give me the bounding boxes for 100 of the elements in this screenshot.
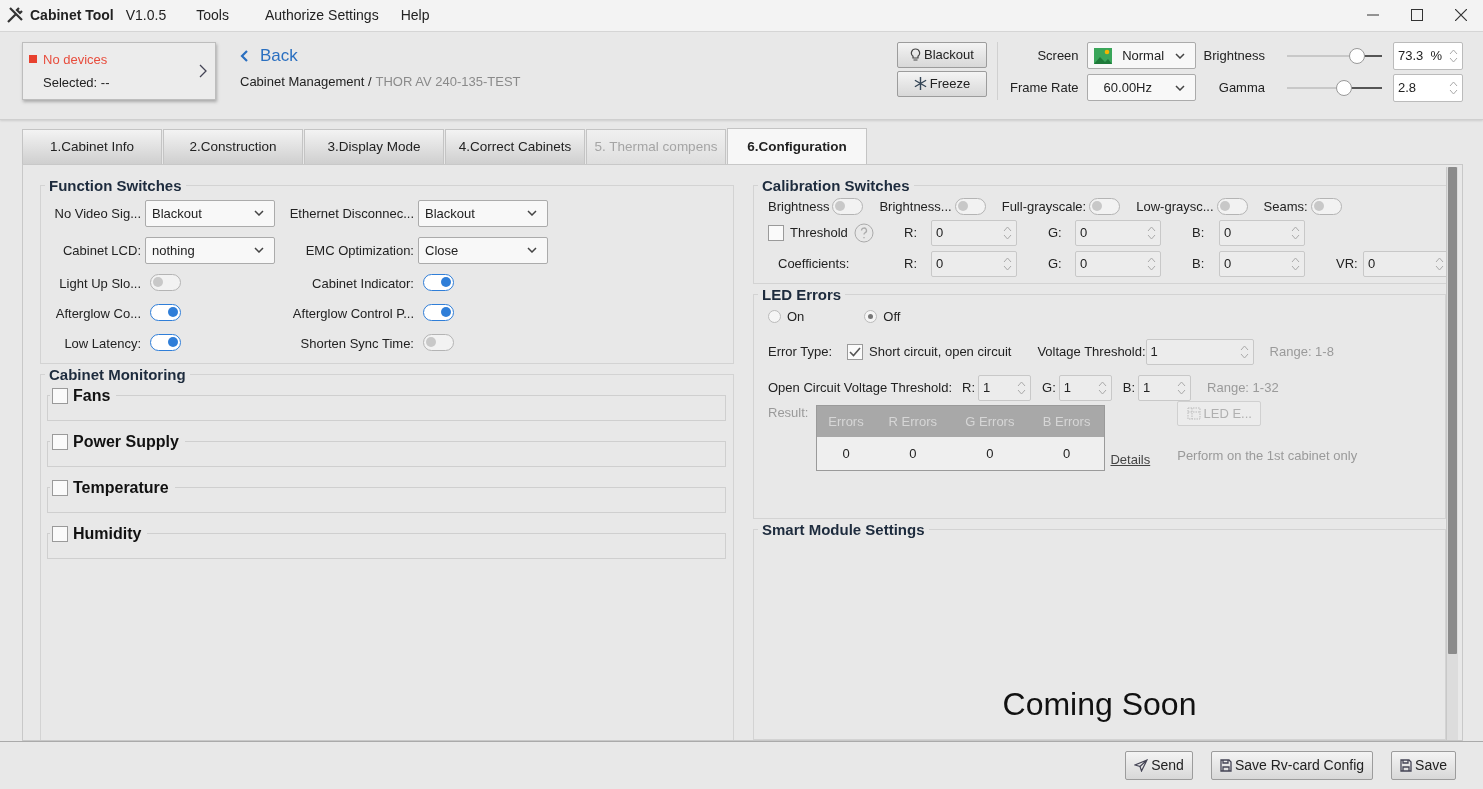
caret-icon [254, 247, 264, 254]
field-label: No Video Sig... [53, 205, 141, 221]
number-field[interactable]: 0 [1075, 250, 1161, 277]
tab[interactable]: 2.Construction [163, 128, 303, 164]
caret-icon [527, 247, 537, 254]
number-field[interactable]: 0 [1219, 219, 1305, 246]
dropdown[interactable]: Close [418, 236, 548, 264]
checkbox[interactable] [768, 224, 784, 241]
number-field[interactable]: 73.3 % [1393, 41, 1463, 70]
save-icon [1219, 758, 1232, 772]
details-link[interactable]: Details [1110, 451, 1151, 467]
toggle-switch[interactable] [423, 273, 454, 291]
checkbox[interactable] [52, 433, 68, 450]
toggle-label: Seams: [1263, 198, 1308, 214]
save-button[interactable]: Save Rv-card Config [1210, 750, 1374, 780]
field-label: VR: [1336, 256, 1359, 272]
number-field[interactable]: 1 [1058, 374, 1112, 401]
group-title: Fans [73, 386, 111, 405]
note-text: Perform on the 1st cabinet only [1177, 447, 1358, 463]
number-field[interactable]: 0 [1219, 250, 1305, 277]
dropdown[interactable]: nothing [145, 236, 275, 264]
chevron-left-icon [240, 49, 248, 62]
number-field[interactable]: 0 [931, 219, 1017, 246]
toggle-switch[interactable] [1310, 197, 1342, 215]
radio-label: Off [883, 308, 901, 324]
toggle-label: Brightness [768, 198, 830, 214]
toggle-switch[interactable] [150, 273, 181, 291]
tab[interactable]: 3.Display Mode [304, 128, 444, 164]
breadcrumb-current: THOR AV 240-135-TEST [375, 73, 521, 89]
placeholder-message: Coming Soon [1002, 685, 1197, 723]
send-icon [1134, 758, 1149, 772]
slider-thumb[interactable] [1336, 79, 1352, 96]
field-label: R: [904, 225, 918, 241]
checkbox[interactable] [52, 525, 68, 542]
dropdown[interactable]: Blackout [145, 199, 275, 227]
tab[interactable]: 1.Cabinet Info [22, 128, 162, 164]
menu-item[interactable]: Tools [196, 7, 229, 24]
tab[interactable]: 6.Configuration [727, 127, 867, 164]
save-button[interactable]: Save [1391, 750, 1456, 780]
group-title: Temperature [73, 478, 169, 497]
number-field[interactable]: 0 [1075, 219, 1161, 246]
section-title: Smart Module Settings [762, 520, 925, 538]
field-label: Error Type: [768, 344, 833, 360]
group-title: Humidity [73, 524, 142, 543]
field-label: Threshold [790, 225, 848, 241]
number-field[interactable]: 0 [1363, 250, 1449, 277]
spin-arrows-icon [1239, 343, 1249, 360]
toggle-switch[interactable] [832, 197, 864, 215]
tab[interactable]: 4.Correct Cabinets [445, 128, 585, 164]
field-label: Voltage Threshold: [1037, 344, 1146, 360]
slider-thumb[interactable] [1349, 47, 1366, 64]
frame-rate-dropdown[interactable]: 60.00Hz [1086, 74, 1196, 102]
number-field[interactable]: 1 [1138, 374, 1192, 401]
freeze-button[interactable]: Freeze [896, 70, 987, 97]
caret-icon [1174, 52, 1185, 59]
menu-item[interactable]: Authorize [264, 7, 325, 24]
spin-arrows-icon [1147, 224, 1156, 241]
number-field[interactable]: 1 [1145, 338, 1254, 365]
scrollbar[interactable] [1446, 166, 1458, 740]
number-field[interactable]: 2.8 [1393, 73, 1463, 102]
radio-button[interactable] [864, 309, 878, 323]
table-cell: 0 [816, 437, 875, 471]
menu-item[interactable]: Settings [328, 7, 379, 24]
checkbox[interactable] [847, 343, 864, 360]
toggle-switch[interactable] [423, 303, 454, 321]
number-field[interactable]: 0 [931, 250, 1017, 277]
save-icon [1400, 758, 1413, 772]
section-title: Calibration Switches [762, 176, 910, 194]
table-cell: 0 [1028, 437, 1105, 471]
field-label: Screen [1036, 48, 1079, 64]
blackout-button[interactable]: Blackout [896, 41, 987, 68]
back-link[interactable]: Back [240, 45, 521, 66]
send-button[interactable]: Send [1125, 750, 1193, 780]
toggle-switch[interactable] [1089, 197, 1121, 215]
dropdown[interactable]: Blackout [418, 199, 548, 227]
field-label: Coefficients: [778, 256, 850, 272]
grid-icon [1186, 406, 1201, 420]
device-card[interactable]: No devices Selected: -- [22, 41, 216, 100]
number-field[interactable]: 1 [978, 374, 1032, 401]
maximize-icon[interactable] [1411, 9, 1423, 22]
toggle-switch[interactable] [150, 333, 181, 351]
caret-icon [1174, 84, 1185, 91]
toggle-switch[interactable] [954, 197, 986, 215]
checkbox[interactable] [52, 479, 68, 496]
menu-item[interactable]: Help [400, 7, 430, 24]
toggle-switch[interactable] [1216, 197, 1248, 215]
section-title: Cabinet Monitoring [49, 365, 186, 383]
tools-icon [6, 6, 24, 25]
toggle-switch[interactable] [423, 333, 454, 351]
field-label: Afterglow Control P... [291, 306, 414, 322]
checkbox[interactable] [52, 387, 68, 404]
close-icon[interactable] [1455, 9, 1467, 22]
bulb-icon [910, 47, 921, 62]
field-label: Cabinet Indicator: [311, 276, 414, 292]
screen-dropdown[interactable]: Normal [1086, 42, 1196, 70]
radio-button[interactable] [768, 309, 781, 323]
help-icon[interactable] [853, 222, 874, 243]
version-label: V1.0.5 [125, 7, 167, 24]
spin-arrows-icon [1449, 79, 1458, 96]
toggle-switch[interactable] [150, 303, 181, 321]
